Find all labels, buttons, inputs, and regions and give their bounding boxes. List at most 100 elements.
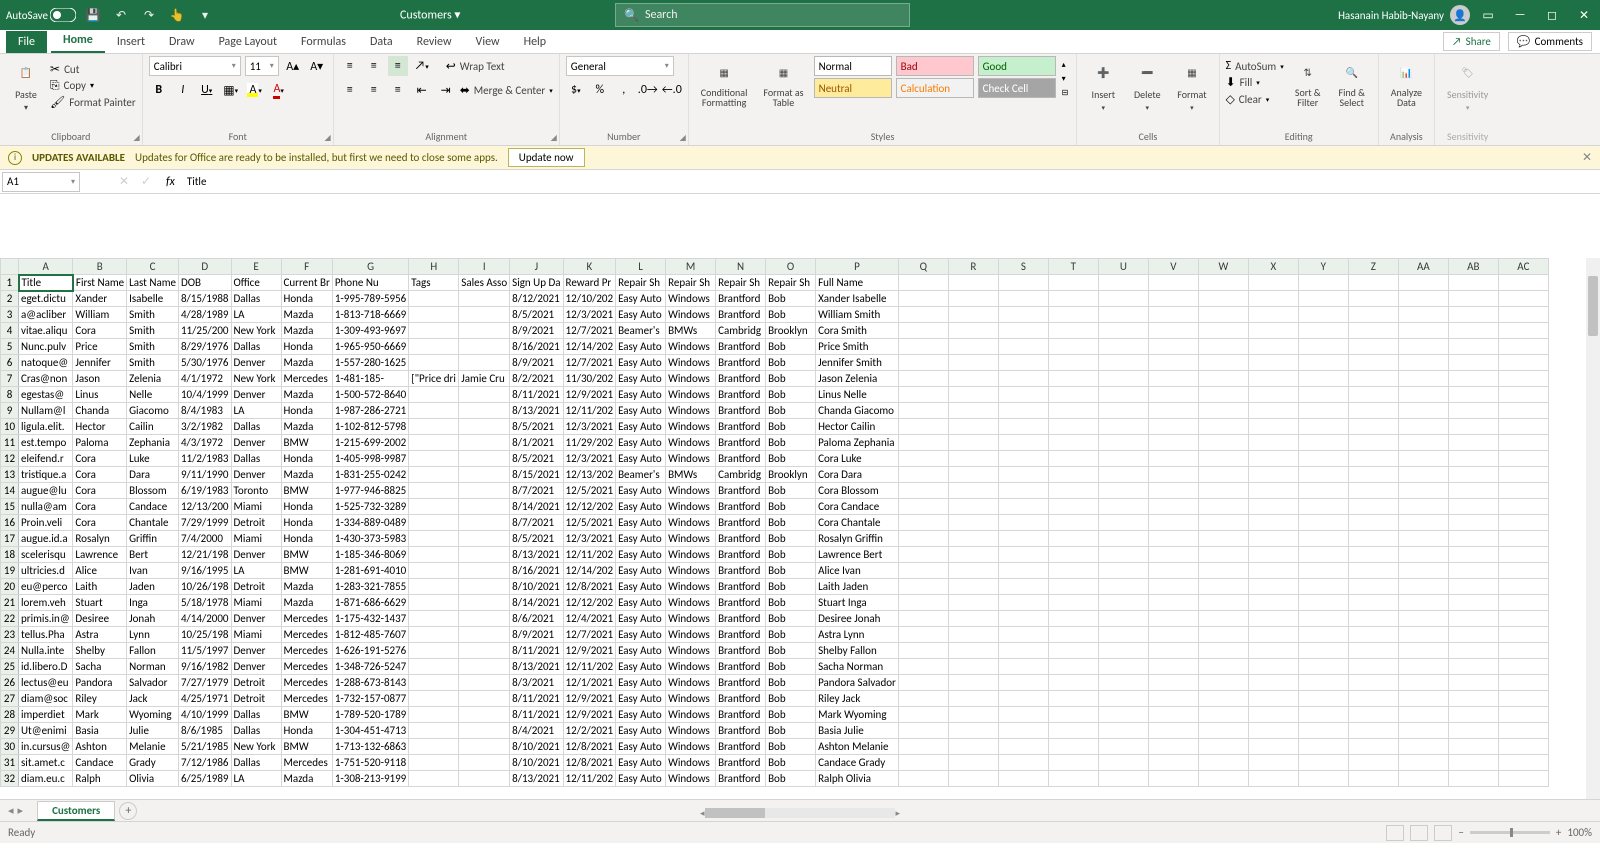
cell-E7[interactable]: New York <box>231 371 281 387</box>
row-header-23[interactable]: 23 <box>1 627 19 643</box>
cell-AC16[interactable] <box>1498 515 1548 531</box>
cell-E21[interactable]: Miami <box>231 595 281 611</box>
row-header-10[interactable]: 10 <box>1 419 19 435</box>
cell-R8[interactable] <box>948 387 998 403</box>
cell-W2[interactable] <box>1198 291 1248 307</box>
cell-P18[interactable]: Lawrence Bert <box>816 547 899 563</box>
cell-U31[interactable] <box>1098 755 1148 771</box>
cell-L19[interactable]: Easy Auto <box>616 563 666 579</box>
col-header-Q[interactable]: Q <box>898 259 948 275</box>
cell-A32[interactable]: diam.eu.c <box>19 771 73 787</box>
cell-E25[interactable]: Denver <box>231 659 281 675</box>
cell-A12[interactable]: eleifend.r <box>19 451 73 467</box>
cell-K13[interactable]: 12/13/202 <box>563 467 616 483</box>
cell-N8[interactable]: Brantford <box>716 387 766 403</box>
cell-AB11[interactable] <box>1448 435 1498 451</box>
cell-A18[interactable]: scelerisqu <box>19 547 73 563</box>
cell-G16[interactable]: 1-334-889-0489 <box>332 515 408 531</box>
cell-P8[interactable]: Linus Nelle <box>816 387 899 403</box>
cell-X13[interactable] <box>1248 467 1298 483</box>
cell-X16[interactable] <box>1248 515 1298 531</box>
cell-N20[interactable]: Brantford <box>716 579 766 595</box>
cell-AB32[interactable] <box>1448 771 1498 787</box>
cell-AC15[interactable] <box>1498 499 1548 515</box>
cell-S25[interactable] <box>998 659 1048 675</box>
vertical-scrollbar[interactable] <box>1586 258 1600 799</box>
cell-F21[interactable]: Mazda <box>281 595 332 611</box>
cancel-formula-icon[interactable]: ✕ <box>114 174 134 189</box>
cell-V24[interactable] <box>1148 643 1198 659</box>
cell-E2[interactable]: Dallas <box>231 291 281 307</box>
cell-C19[interactable]: Ivan <box>127 563 179 579</box>
cell-G12[interactable]: 1-405-998-9987 <box>332 451 408 467</box>
tab-view[interactable]: View <box>464 31 512 53</box>
cell-R26[interactable] <box>948 675 998 691</box>
cell-O3[interactable]: Bob <box>766 307 816 323</box>
cell-T15[interactable] <box>1048 499 1098 515</box>
cell-D19[interactable]: 9/16/1995 <box>178 563 231 579</box>
cell-Q5[interactable] <box>898 339 948 355</box>
cell-M29[interactable]: Windows <box>666 723 716 739</box>
cell-Q9[interactable] <box>898 403 948 419</box>
cell-V8[interactable] <box>1148 387 1198 403</box>
cell-L16[interactable]: Easy Auto <box>616 515 666 531</box>
cell-C22[interactable]: Jonah <box>127 611 179 627</box>
autosave-toggle[interactable]: AutoSave <box>6 8 76 22</box>
cell-N25[interactable]: Brantford <box>716 659 766 675</box>
cell-P32[interactable]: Ralph Olivia <box>816 771 899 787</box>
cell-U13[interactable] <box>1098 467 1148 483</box>
cell-I14[interactable] <box>459 483 510 499</box>
cell-A30[interactable]: in.cursus@ <box>19 739 73 755</box>
cell-X8[interactable] <box>1248 387 1298 403</box>
cell-V16[interactable] <box>1148 515 1198 531</box>
cell-AC17[interactable] <box>1498 531 1548 547</box>
cell-B8[interactable]: Linus <box>73 387 127 403</box>
cell-F13[interactable]: Mazda <box>281 467 332 483</box>
cell-F28[interactable]: BMW <box>281 707 332 723</box>
cell-P2[interactable]: Xander Isabelle <box>816 291 899 307</box>
cell-D29[interactable]: 8/6/1985 <box>178 723 231 739</box>
row-header-18[interactable]: 18 <box>1 547 19 563</box>
fill-color-button[interactable]: A▾ <box>245 80 265 100</box>
row-header-19[interactable]: 19 <box>1 563 19 579</box>
cell-Z5[interactable] <box>1348 339 1398 355</box>
cell-U32[interactable] <box>1098 771 1148 787</box>
cell-R25[interactable] <box>948 659 998 675</box>
cell-AB24[interactable] <box>1448 643 1498 659</box>
cell-Y10[interactable] <box>1298 419 1348 435</box>
cell-J28[interactable]: 8/11/2021 <box>510 707 563 723</box>
cell-W3[interactable] <box>1198 307 1248 323</box>
cell-N10[interactable]: Brantford <box>716 419 766 435</box>
cell-Z4[interactable] <box>1348 323 1398 339</box>
cell-H5[interactable] <box>409 339 459 355</box>
cell-U3[interactable] <box>1098 307 1148 323</box>
select-all[interactable] <box>1 259 19 275</box>
cell-O8[interactable]: Bob <box>766 387 816 403</box>
undo-icon[interactable]: ↶ <box>110 4 132 26</box>
cell-N5[interactable]: Brantford <box>716 339 766 355</box>
cell-AC20[interactable] <box>1498 579 1548 595</box>
page-layout-icon[interactable] <box>1410 825 1428 841</box>
cell-Q3[interactable] <box>898 307 948 323</box>
cell-R20[interactable] <box>948 579 998 595</box>
align-top-icon[interactable]: ≡ <box>340 56 360 76</box>
cell-A24[interactable]: Nulla.inte <box>19 643 73 659</box>
cell-B3[interactable]: William <box>73 307 127 323</box>
cell-I23[interactable] <box>459 627 510 643</box>
row-header-31[interactable]: 31 <box>1 755 19 771</box>
cell-R6[interactable] <box>948 355 998 371</box>
cell-S18[interactable] <box>998 547 1048 563</box>
cell-M17[interactable]: Windows <box>666 531 716 547</box>
cell-S3[interactable] <box>998 307 1048 323</box>
cell-B11[interactable]: Paloma <box>73 435 127 451</box>
row-header-15[interactable]: 15 <box>1 499 19 515</box>
cell-Z18[interactable] <box>1348 547 1398 563</box>
cell-H22[interactable] <box>409 611 459 627</box>
cell-P11[interactable]: Paloma Zephania <box>816 435 899 451</box>
format-as-table-button[interactable]: ▦Format as Table <box>757 56 809 110</box>
cell-F8[interactable]: Mazda <box>281 387 332 403</box>
cell-F12[interactable]: Honda <box>281 451 332 467</box>
col-header-S[interactable]: S <box>998 259 1048 275</box>
cell-T26[interactable] <box>1048 675 1098 691</box>
cell-N28[interactable]: Brantford <box>716 707 766 723</box>
